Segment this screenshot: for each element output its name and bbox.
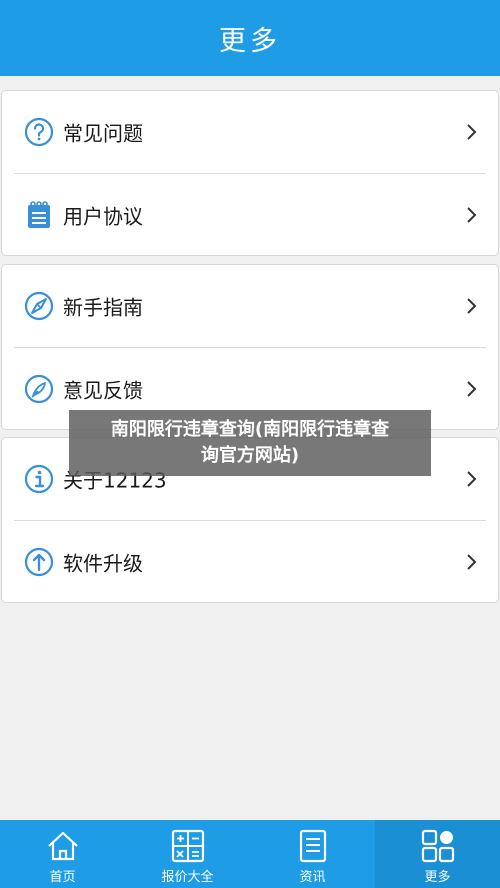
menu-item-label: 常见问题	[63, 121, 143, 146]
menu-group-help: 常见问题 用户协议	[1, 90, 499, 256]
compass-icon	[24, 291, 54, 321]
menu-item-beginner-guide[interactable]: 新手指南	[2, 265, 498, 347]
tab-news[interactable]: 资讯	[250, 820, 375, 888]
question-circle-icon	[24, 117, 54, 147]
feather-pen-icon	[24, 374, 54, 404]
menu-item-label: 软件升级	[63, 551, 143, 576]
tab-home[interactable]: 首页	[0, 820, 125, 888]
tab-more[interactable]: 更多	[375, 820, 500, 888]
tab-label: 更多	[424, 870, 451, 885]
tab-label: 首页	[49, 870, 76, 885]
notepad-icon	[28, 201, 50, 228]
menu-item-software-update[interactable]: 软件升级	[2, 521, 498, 603]
caption-line-1: 南阳限行违章查询(南阳限行违章查	[110, 419, 390, 440]
home-icon	[47, 831, 78, 861]
grid-more-icon	[421, 829, 454, 863]
upgrade-arrow-icon	[24, 547, 54, 577]
chevron-right-icon	[467, 298, 477, 314]
info-circle-icon	[24, 464, 54, 494]
chevron-right-icon	[467, 471, 477, 487]
caption-line-2: 询官方网站)	[200, 445, 300, 466]
chevron-right-icon	[467, 554, 477, 570]
caption-overlay: 南阳限行违章查询(南阳限行违章查 询官方网站)	[69, 410, 431, 476]
tab-label: 资讯	[299, 870, 326, 885]
chevron-right-icon	[467, 124, 477, 140]
bottom-tab-bar: 首页 报价大全 资讯 更多	[0, 820, 500, 888]
chevron-right-icon	[467, 207, 477, 223]
calculator-icon	[171, 829, 204, 863]
menu-item-label: 意见反馈	[63, 378, 143, 403]
menu-item-faq[interactable]: 常见问题	[2, 91, 498, 173]
menu-item-user-agreement[interactable]: 用户协议	[2, 174, 498, 256]
document-icon	[299, 829, 326, 863]
tab-label: 报价大全	[161, 870, 214, 885]
menu-item-label: 新手指南	[63, 295, 143, 320]
page-title: 更多	[219, 25, 281, 57]
tab-price-list[interactable]: 报价大全	[125, 820, 250, 888]
chevron-right-icon	[467, 381, 477, 397]
menu-group-guide: 新手指南 意见反馈	[1, 264, 499, 430]
menu-item-label: 用户协议	[63, 204, 143, 229]
app-header: 更多	[0, 0, 500, 76]
